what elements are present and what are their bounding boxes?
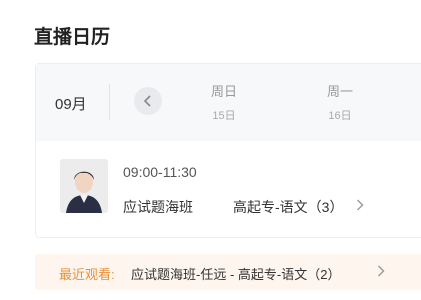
prev-week-button[interactable] [134, 87, 162, 115]
course-session-row[interactable]: 09:00-11:30 应试题海班 高起专-语文（3） [36, 141, 421, 237]
date-label: 15日 [212, 110, 236, 122]
recently-watched-course: 应试题海班-任远 - 高起专-语文（2） [131, 267, 341, 282]
page-title: 直播日历 [34, 27, 111, 48]
day-sunday[interactable]: 周日 15日 [194, 81, 254, 123]
header-divider [109, 84, 110, 120]
date-label: 16日 [328, 110, 352, 122]
chevron-left-icon [143, 95, 151, 107]
session-time: 09:00-11:30 [123, 164, 197, 180]
recently-watched-bar[interactable]: 最近观看: 应试题海班-任远 - 高起专-语文（2） [35, 254, 421, 290]
chevron-right-icon [357, 199, 364, 211]
course-name: 高起专-语文（3） [233, 199, 344, 215]
weekday-label: 周日 [210, 84, 237, 99]
calendar-header: 09月 周日 15日 周一 16日 [36, 64, 421, 141]
day-monday[interactable]: 周一 16日 [310, 81, 370, 123]
month-label: 09月 [55, 96, 87, 113]
calendar-card: 09月 周日 15日 周一 16日 09:00-11:30 应试题海班 高起专-… [35, 63, 421, 238]
weekday-label: 周一 [326, 84, 353, 99]
recently-watched-label: 最近观看: [59, 267, 115, 282]
chevron-right-icon [378, 265, 385, 277]
class-name: 应试题海班 [123, 199, 193, 215]
teacher-avatar [60, 159, 108, 213]
